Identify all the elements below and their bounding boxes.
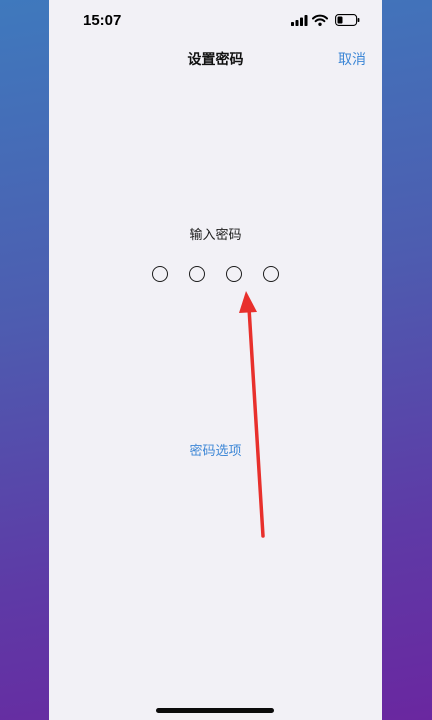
status-bar: 15:07 (49, 0, 382, 44)
passcode-prompt: 输入密码 (189, 228, 242, 243)
passcode-dot (189, 266, 205, 282)
status-time: 15:07 (83, 12, 122, 29)
passcode-options-link[interactable]: 密码选项 (49, 440, 382, 459)
wifi-icon (312, 14, 328, 26)
signal-bars-icon (291, 15, 308, 26)
navigation-bar: 设置密码 取消 (49, 44, 382, 74)
page-title: 设置密码 (187, 52, 244, 68)
passcode-dot (263, 266, 279, 282)
phone-screen: 15:07 设置密码 取消 输入密码 密码选项 (49, 0, 382, 720)
home-indicator[interactable] (156, 708, 274, 713)
cancel-button[interactable]: 取消 (338, 49, 366, 69)
battery-low-icon (335, 14, 360, 26)
passcode-dot (152, 266, 168, 282)
passcode-dot (226, 266, 242, 282)
